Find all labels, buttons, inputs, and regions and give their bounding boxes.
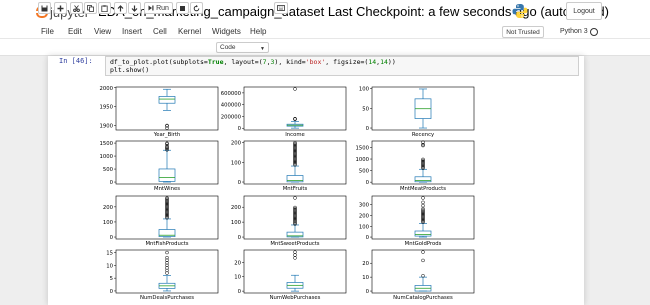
y-tick-label: 10 xyxy=(106,263,113,269)
x-axis-label: MntFishProducts xyxy=(145,241,188,247)
y-tick-label: 10 xyxy=(362,275,369,281)
y-tick-label: 1900 xyxy=(100,123,114,129)
y-tick-label: 300 xyxy=(359,203,370,209)
y-tick-label: 1000 xyxy=(100,154,114,160)
x-axis-label: MntSweetProducts xyxy=(270,241,319,247)
x-axis-label: Year_Birth xyxy=(153,132,181,138)
y-tick-label: 0 xyxy=(366,235,370,241)
subplot-frame xyxy=(371,249,475,294)
y-tick-label: 0 xyxy=(110,235,114,241)
y-tick-label: 10 xyxy=(234,275,241,281)
x-axis-label: MntFruits xyxy=(283,186,308,192)
y-tick-label: 50 xyxy=(362,106,369,112)
y-tick-label: 1500 xyxy=(356,145,370,151)
y-tick-label: 200 xyxy=(103,205,114,211)
y-tick-label: 100 xyxy=(103,220,114,226)
y-tick-label: 200 xyxy=(231,205,242,211)
y-tick-label: 1950 xyxy=(100,105,114,111)
y-tick-label: 1000 xyxy=(356,157,370,163)
y-tick-label: 100 xyxy=(359,87,370,93)
x-axis-label: Recency xyxy=(412,132,434,138)
x-axis-label: Income xyxy=(285,132,305,138)
y-tick-label: 400000 xyxy=(221,103,242,109)
y-tick-label: 20 xyxy=(234,260,241,266)
x-axis-label: MntGoldProds xyxy=(405,241,442,247)
y-tick-label: 600000 xyxy=(221,91,242,97)
y-tick-label: 1500 xyxy=(100,141,114,147)
y-tick-label: 5 xyxy=(110,276,113,282)
y-tick-label: 0 xyxy=(238,126,242,132)
y-tick-label: 500 xyxy=(103,167,114,173)
box-plot-grid: 200019501900Year_Birth600000400000200000… xyxy=(100,86,475,301)
y-tick-label: 500 xyxy=(359,169,370,175)
y-tick-label: 200000 xyxy=(221,114,242,120)
y-tick-label: 0 xyxy=(238,180,242,186)
y-tick-label: 20 xyxy=(362,261,369,267)
y-tick-label: 200 xyxy=(359,213,370,219)
y-tick-label: 2000 xyxy=(100,86,114,92)
x-axis-label: MntWines xyxy=(154,186,180,192)
y-tick-label: 0 xyxy=(238,235,242,241)
x-axis-label: NumDealsPurchases xyxy=(140,295,194,301)
y-tick-label: 0 xyxy=(366,180,370,186)
y-tick-label: 100 xyxy=(359,224,370,230)
y-tick-label: 0 xyxy=(366,126,370,132)
y-tick-label: 0 xyxy=(366,289,370,295)
y-tick-label: 0 xyxy=(110,180,114,186)
x-axis-label: NumWebPurchases xyxy=(270,295,321,301)
y-tick-label: 15 xyxy=(106,251,113,257)
y-tick-label: 200 xyxy=(231,141,242,147)
subplot-frame xyxy=(243,195,347,240)
x-axis-label: MntMeatProducts xyxy=(400,186,446,192)
y-tick-label: 100 xyxy=(231,160,242,166)
subplot-frame xyxy=(115,195,219,240)
y-tick-label: 100 xyxy=(231,220,242,226)
y-tick-label: 0 xyxy=(238,289,242,295)
x-axis-label: NumCatalogPurchases xyxy=(393,295,453,301)
y-tick-label: 0 xyxy=(110,289,114,295)
